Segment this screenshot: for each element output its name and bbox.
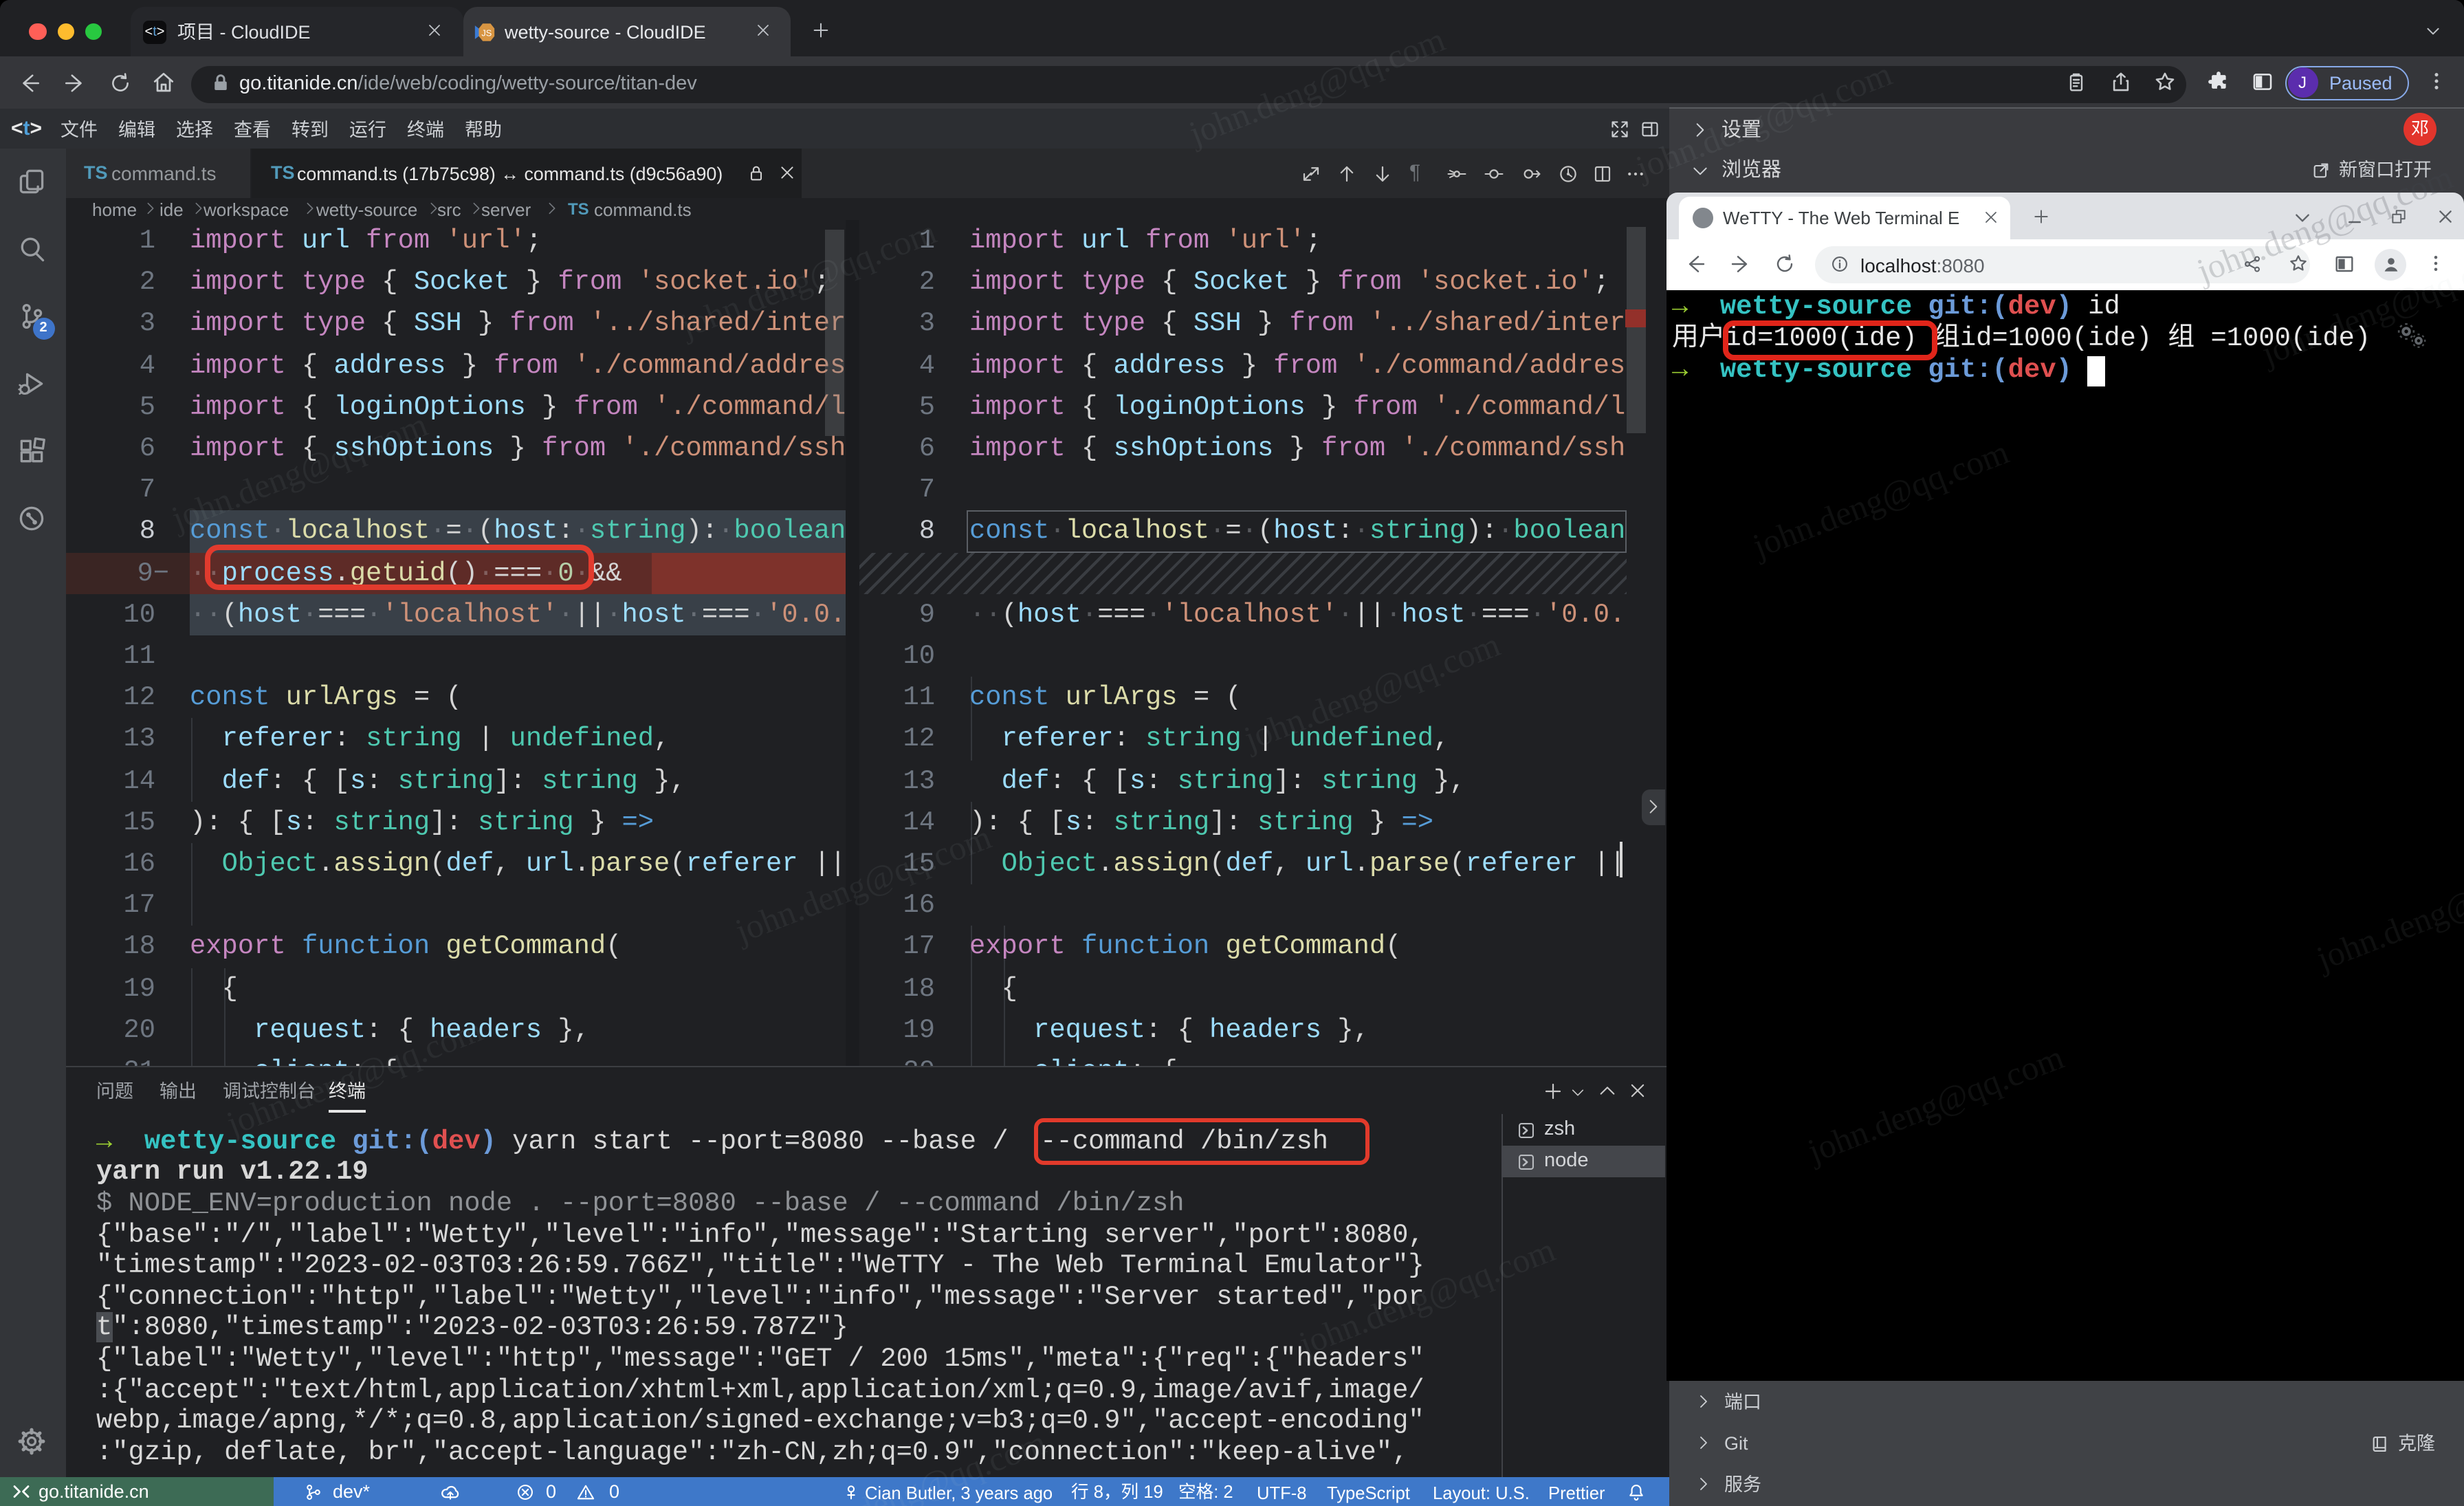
svg-text:JS: JS: [481, 28, 492, 39]
